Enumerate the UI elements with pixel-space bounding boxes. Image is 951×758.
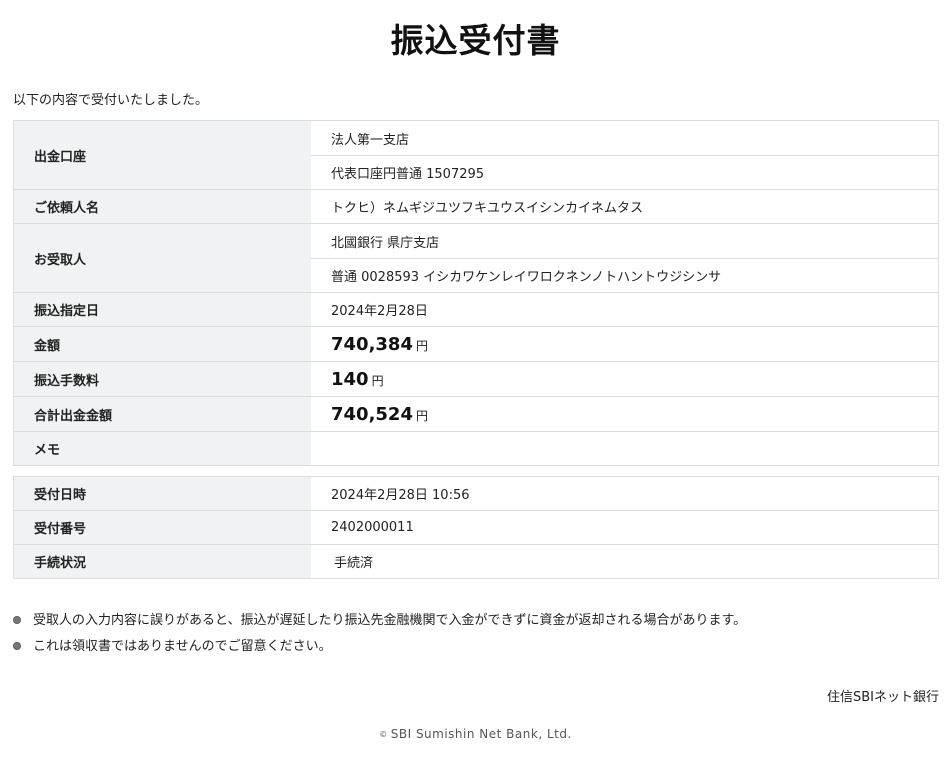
list-item: 受取人の入力内容に誤りがあると、振込が遅延したり振込先金融機関で入金ができずに資… (13, 608, 746, 634)
status-value: 手続済 (311, 544, 939, 579)
copyright: © SBI Sumishin Net Bank, Ltd. (0, 727, 951, 741)
table-row: 受付日時 2024年2月28日 10:56 (13, 476, 939, 511)
total-cell: 740,524 円 (311, 396, 939, 432)
fee-label: 振込手数料 (13, 361, 311, 397)
note-text: 受取人の入力内容に誤りがあると、振込が遅延したり振込先金融機関で入金ができずに資… (33, 613, 747, 628)
note-text: これは領収書ではありませんのでご留意ください。 (33, 639, 332, 654)
amount-label: 金額 (13, 326, 311, 362)
total-label: 合計出金金額 (13, 396, 311, 432)
amount-value: 740,384 (331, 333, 413, 355)
requester-label: ご依頼人名 (13, 189, 311, 224)
receipt-datetime-label: 受付日時 (13, 476, 311, 511)
bank-name: 住信SBIネット銀行 (826, 690, 939, 705)
withdrawal-account-value: 代表口座円普通 1507295 (311, 155, 939, 190)
transfer-details-table: 出金口座 法人第一支店 代表口座円普通 1507295 ご依頼人名 トクヒ）ネム… (13, 120, 939, 466)
fee-unit: 円 (371, 373, 384, 388)
table-row: 振込手数料 140 円 (13, 361, 939, 397)
memo-label: メモ (13, 431, 311, 466)
table-row: 出金口座 法人第一支店 (13, 120, 939, 190)
recipient-label: お受取人 (13, 223, 311, 293)
recipient-bank-value: 北國銀行 県庁支店 (311, 223, 939, 259)
receipt-number-value: 2402000011 (311, 510, 939, 545)
withdrawal-branch-value: 法人第一支店 (311, 120, 939, 156)
requester-value: トクヒ）ネムギジユツフキユウスイシンカイネムタス (311, 189, 939, 224)
copyright-text: SBI Sumishin Net Bank, Ltd. (390, 727, 572, 741)
table-row: 手続状況 手続済 (13, 544, 939, 579)
table-row: ご依頼人名 トクヒ）ネムギジユツフキユウスイシンカイネムタス (13, 189, 939, 224)
recipient-account-value: 普通 0028593 イシカワケンレイワロクネンノトハントウジシンサ (311, 258, 939, 293)
total-unit: 円 (415, 408, 428, 423)
notes-list: 受取人の入力内容に誤りがあると、振込が遅延したり振込先金融機関で入金ができずに資… (13, 608, 746, 660)
fee-value: 140 (331, 368, 369, 390)
intro-text: 以下の内容で受付いたしました。 (13, 93, 209, 108)
page-title: 振込受付書 (390, 21, 561, 60)
table-row: 受付番号 2402000011 (13, 510, 939, 545)
table-row: 金額 740,384 円 (13, 326, 939, 362)
list-item: これは領収書ではありませんのでご留意ください。 (13, 634, 746, 660)
table-row: 合計出金金額 740,524 円 (13, 396, 939, 432)
total-value: 740,524 (331, 403, 413, 425)
receipt-datetime-value: 2024年2月28日 10:56 (311, 476, 939, 511)
bullet-icon (13, 616, 21, 624)
status-label: 手続状況 (13, 544, 311, 579)
receipt-details-table: 受付日時 2024年2月28日 10:56 受付番号 2402000011 手続… (13, 476, 939, 579)
amount-cell: 740,384 円 (311, 326, 939, 362)
transfer-date-label: 振込指定日 (13, 292, 311, 327)
fee-cell: 140 円 (311, 361, 939, 397)
amount-unit: 円 (415, 338, 428, 353)
transfer-date-value: 2024年2月28日 (311, 292, 939, 327)
memo-value (311, 431, 939, 466)
withdrawal-account-label: 出金口座 (13, 120, 311, 190)
receipt-number-label: 受付番号 (13, 510, 311, 545)
table-row: メモ (13, 431, 939, 466)
table-row: 振込指定日 2024年2月28日 (13, 292, 939, 327)
table-row: お受取人 北國銀行 県庁支店 (13, 223, 939, 293)
bullet-icon (13, 642, 21, 650)
copyright-icon: © (379, 730, 388, 739)
